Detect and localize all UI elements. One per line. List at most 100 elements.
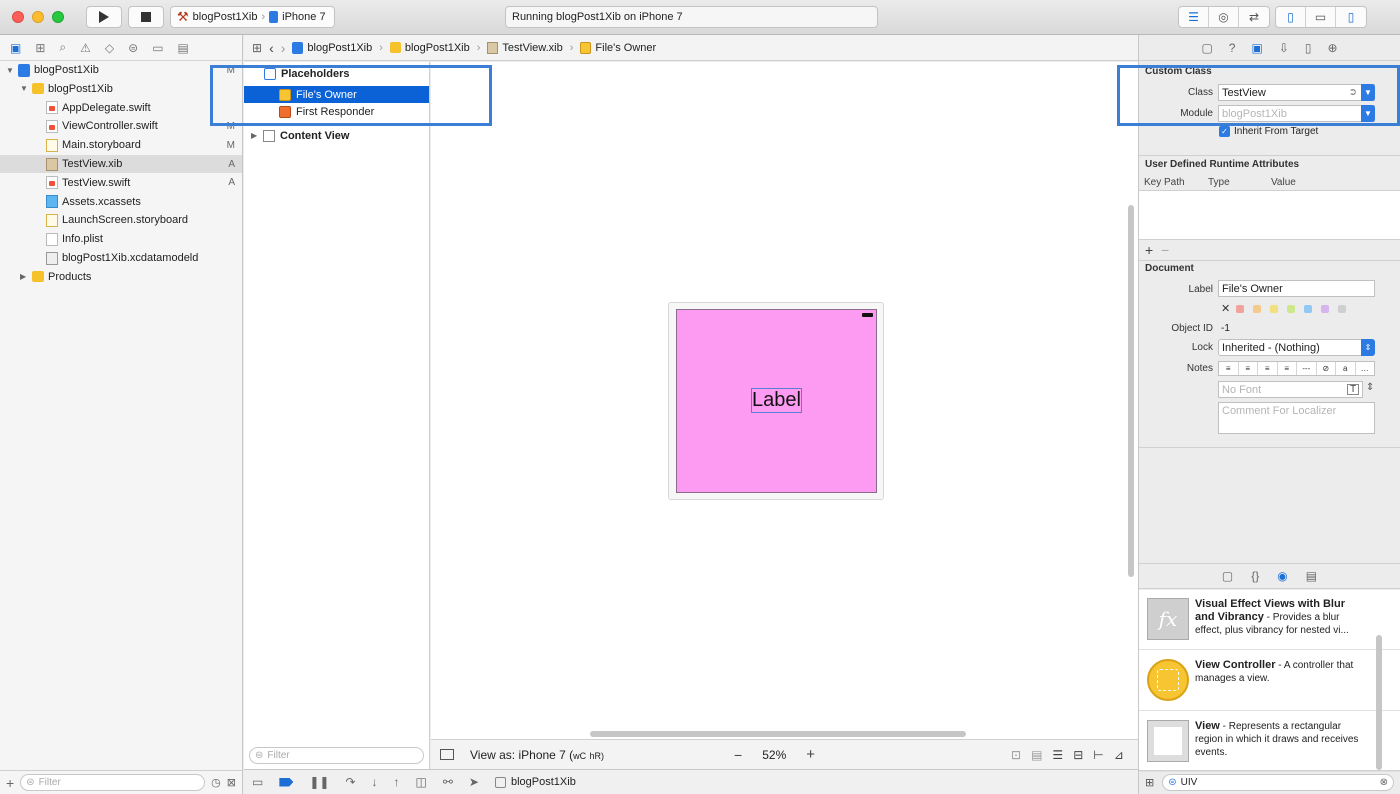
inherit-checkbox[interactable]: ✓ Inherit From Target xyxy=(1219,126,1318,137)
navigator-item[interactable]: LaunchScreen.storyboard xyxy=(0,211,242,229)
update-frames-icon[interactable]: ⊡ xyxy=(1011,748,1021,762)
library-item-visual-effect[interactable]: fx Visual Effect Views with Blur and Vib… xyxy=(1139,590,1400,650)
navigator-item[interactable]: TestView.swift A xyxy=(0,174,242,192)
color-swatch[interactable] xyxy=(1321,305,1329,313)
vertical-scrollbar[interactable] xyxy=(1128,205,1134,577)
lock-popup[interactable]: Inherited - (Nothing) ⇕ xyxy=(1218,339,1375,356)
attributes-inspector-icon[interactable]: ⇩ xyxy=(1279,41,1289,55)
forward-icon[interactable]: › xyxy=(281,40,286,56)
source-control-icon[interactable]: ⊞ xyxy=(35,41,45,55)
crumb-file[interactable]: TestView.xib xyxy=(487,41,563,54)
doc-label-field[interactable]: File's Owner xyxy=(1218,280,1375,297)
navigator-item[interactable]: ViewController.swift M xyxy=(0,117,242,135)
recent-files-icon[interactable]: ◷ xyxy=(211,776,221,789)
file-template-icon[interactable]: ▢ xyxy=(1222,569,1233,583)
related-items-icon[interactable]: ⊞ xyxy=(252,41,262,55)
text-color-icon[interactable]: a xyxy=(1336,362,1356,375)
comment-for-localizer-field[interactable]: Comment For Localizer xyxy=(1218,402,1375,434)
search-icon[interactable]: ⌕ xyxy=(59,40,66,55)
library-filter-input[interactable]: ⊜ UIV ⊗ xyxy=(1162,774,1394,791)
grid-view-icon[interactable]: ⊞ xyxy=(1145,776,1154,789)
issue-icon[interactable]: ⚠ xyxy=(80,41,91,55)
navigator-item[interactable]: ▼ blogPost1Xib xyxy=(0,80,242,98)
size-inspector-icon[interactable]: ▯ xyxy=(1305,41,1312,55)
report-icon[interactable]: ▤ xyxy=(178,41,189,55)
test-icon[interactable]: ◇ xyxy=(105,41,114,55)
file-inspector-icon[interactable]: ▢ xyxy=(1201,41,1212,55)
align-icon[interactable]: ⊟ xyxy=(1073,748,1083,762)
connections-inspector-icon[interactable]: ⊕ xyxy=(1327,41,1337,55)
help-inspector-icon[interactable]: ? xyxy=(1229,41,1236,55)
navigator-item[interactable]: blogPost1Xib.xcdatamodeld xyxy=(0,249,242,267)
color-swatch[interactable] xyxy=(1270,305,1278,313)
scm-filter-icon[interactable]: ⊠ xyxy=(227,776,236,789)
location-icon[interactable]: ➤ xyxy=(469,775,479,789)
navigator-item[interactable]: Main.storyboard M xyxy=(0,136,242,154)
zoom-out-icon[interactable]: − xyxy=(734,747,742,763)
color-swatch[interactable] xyxy=(1253,305,1261,313)
navigator-item[interactable]: Info.plist xyxy=(0,230,242,248)
align-justify-icon[interactable]: ≡ xyxy=(1278,362,1297,375)
breakpoint-icon[interactable]: ▭ xyxy=(152,41,163,55)
object-library-icon[interactable]: ◉ xyxy=(1277,569,1287,583)
scheme-selector[interactable]: ⚒ blogPost1Xib › iPhone 7 xyxy=(170,6,335,28)
disclosure-triangle-icon[interactable]: ▼ xyxy=(20,84,30,93)
outline-content-view[interactable]: ▶ Content View xyxy=(244,127,429,144)
zoom-in-icon[interactable]: + xyxy=(806,746,815,763)
disclosure-triangle-icon[interactable]: ▼ xyxy=(6,66,16,75)
disclosure-triangle-icon[interactable]: ▶ xyxy=(251,131,261,140)
font-picker-icon[interactable]: T xyxy=(1347,384,1359,395)
navigator-item[interactable]: ▶ Products xyxy=(0,268,242,286)
identity-inspector-icon[interactable]: ▣ xyxy=(1251,41,1262,55)
outline-filter-input[interactable]: ⊜ Filter xyxy=(249,746,424,764)
label-view[interactable]: Label xyxy=(751,388,802,413)
assistant-editor-icon[interactable]: ◎ xyxy=(1209,7,1239,27)
memory-graph-icon[interactable]: ⚯ xyxy=(443,775,453,789)
navigator-item[interactable]: Assets.xcassets xyxy=(0,193,242,211)
view-as-label[interactable]: View as: iPhone 7 (wC hR) xyxy=(470,748,604,762)
back-icon[interactable]: ‹ xyxy=(269,40,274,56)
runtime-attributes-table[interactable] xyxy=(1139,190,1400,240)
navigator-item[interactable]: ▼ blogPost1Xib M xyxy=(0,61,242,79)
chevron-updown-icon[interactable]: ⇕ xyxy=(1361,339,1375,356)
utilities-toggle-icon[interactable]: ▯ xyxy=(1336,7,1366,27)
zoom-window-button[interactable] xyxy=(52,11,64,23)
more-options-icon[interactable]: … xyxy=(1356,362,1375,375)
color-swatch[interactable] xyxy=(1338,305,1346,313)
minimize-window-button[interactable] xyxy=(32,11,44,23)
media-library-icon[interactable]: ▤ xyxy=(1306,569,1317,583)
navigator-toggle-icon[interactable]: ▯ xyxy=(1276,7,1306,27)
stop-button[interactable] xyxy=(128,6,164,28)
disclosure-triangle-icon[interactable]: ▶ xyxy=(20,272,30,281)
navigator-item[interactable]: TestView.xib A xyxy=(0,155,242,173)
clear-color-icon[interactable]: ✕ xyxy=(1221,302,1230,315)
library-scrollbar[interactable] xyxy=(1376,635,1382,770)
color-swatch[interactable] xyxy=(1304,305,1312,313)
navigator-item[interactable]: AppDelegate.swift xyxy=(0,99,242,117)
navigator-filter-input[interactable]: ⊜ Filter xyxy=(20,774,206,791)
resolve-issues-icon[interactable]: ⊿ xyxy=(1114,748,1124,762)
crumb-project[interactable]: blogPost1Xib xyxy=(292,41,372,54)
font-stepper-icon[interactable]: ⇕ xyxy=(1366,382,1374,393)
document-outline-toggle-icon[interactable] xyxy=(440,749,454,760)
clear-search-icon[interactable]: ⊗ xyxy=(1380,777,1388,788)
version-editor-icon[interactable]: ⇄ xyxy=(1239,7,1269,27)
close-window-button[interactable] xyxy=(12,11,24,23)
align-center-icon[interactable]: ≡ xyxy=(1239,362,1258,375)
breakpoints-toggle-icon[interactable] xyxy=(279,777,294,787)
standard-editor-icon[interactable]: ☰ xyxy=(1179,7,1209,27)
add-attribute-icon[interactable]: + xyxy=(1145,242,1153,258)
horizontal-scrollbar[interactable] xyxy=(590,731,966,737)
pin-icon[interactable]: ⊢ xyxy=(1093,748,1103,762)
notes-font-field[interactable]: No Font T xyxy=(1218,381,1363,398)
view-debugger-icon[interactable]: ◫ xyxy=(416,775,427,789)
project-navigator-icon[interactable]: ▣ xyxy=(10,41,21,55)
code-snippet-icon[interactable]: {} xyxy=(1251,569,1259,583)
step-out-icon[interactable]: ↑ xyxy=(394,775,400,789)
run-button[interactable] xyxy=(86,6,122,28)
no-color-icon[interactable]: ⊘ xyxy=(1317,362,1336,375)
line-style-icon[interactable]: --- xyxy=(1297,362,1317,375)
crumb-group[interactable]: blogPost1Xib xyxy=(389,42,470,54)
crumb-object[interactable]: File's Owner xyxy=(580,41,656,54)
align-left-icon[interactable]: ≡ xyxy=(1219,362,1239,375)
